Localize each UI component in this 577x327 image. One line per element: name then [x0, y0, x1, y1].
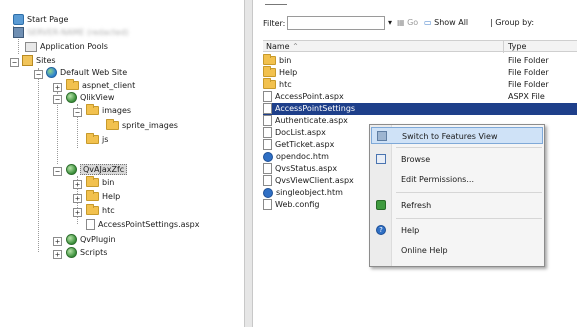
list-item[interactable]: htc File Folder	[263, 78, 577, 91]
expand-help-toggle[interactable]: +	[73, 194, 82, 203]
tree-qvajaxzfc[interactable]: QvAJaxZfc	[66, 164, 128, 176]
refresh-icon	[376, 200, 386, 210]
tree-sites[interactable]: Sites	[22, 55, 56, 67]
tree-server[interactable]: SERVER-NAME (redacted)	[13, 27, 129, 39]
tree-application-pools[interactable]: Application Pools	[25, 41, 108, 53]
expand-aspnet-client-toggle[interactable]: +	[53, 83, 62, 92]
folder-icon	[66, 79, 79, 90]
filter-toolbar: Filter: ▾ ▦ Go ▭ Show All | Group by:	[259, 12, 577, 34]
web-application-icon	[66, 247, 77, 258]
expand-qvplugin-toggle[interactable]: +	[53, 237, 62, 246]
list-item[interactable]: AccessPoint.aspx ASPX File	[263, 91, 577, 103]
file-icon	[86, 219, 95, 230]
column-divider[interactable]	[503, 41, 504, 53]
internet-explorer-icon	[263, 187, 273, 198]
name-column-header[interactable]: Name ⌃	[263, 41, 299, 53]
file-icon	[263, 91, 272, 102]
server-icon	[13, 27, 24, 38]
menu-separator	[396, 147, 542, 148]
tree-access-point-settings[interactable]: AccessPointSettings.aspx	[86, 219, 200, 231]
type-column-header[interactable]: Type	[505, 41, 526, 53]
tree-qvplugin[interactable]: QvPlugin	[66, 234, 116, 246]
pane-splitter[interactable]	[244, 0, 253, 327]
group-by-button[interactable]: | Group by:	[490, 18, 534, 27]
filter-label: Filter:	[263, 19, 286, 28]
file-icon	[263, 127, 272, 138]
show-all-button[interactable]: ▭ Show All	[424, 18, 468, 27]
folder-icon	[86, 190, 99, 201]
sort-ascending-icon: ⌃	[292, 42, 299, 51]
tree-help[interactable]: Help	[86, 190, 120, 203]
sites-icon	[22, 55, 33, 66]
tree-bin[interactable]: bin	[86, 176, 114, 189]
folder-icon	[106, 119, 119, 130]
filter-dropdown-icon[interactable]: ▾	[388, 18, 392, 27]
divider	[265, 4, 287, 5]
folder-icon	[263, 78, 276, 89]
folder-icon	[86, 104, 99, 115]
list-item[interactable]: Help File Folder	[263, 66, 577, 79]
tree-qlikview[interactable]: QlikView	[66, 92, 114, 104]
help-icon: ?	[376, 225, 386, 235]
file-icon	[263, 163, 272, 174]
start-page-icon	[13, 14, 24, 25]
globe-icon	[46, 67, 57, 78]
expand-bin-toggle[interactable]: +	[73, 180, 82, 189]
menu-separator	[396, 218, 542, 219]
tree-js[interactable]: js	[86, 133, 108, 146]
switch-to-features-view-item[interactable]: Switch to Features View	[371, 127, 543, 144]
file-icon	[263, 115, 272, 126]
list-header: Name ⌃ Type	[263, 40, 577, 53]
internet-explorer-icon	[263, 151, 273, 162]
refresh-item[interactable]: Refresh	[371, 197, 543, 214]
online-help-item[interactable]: Online Help	[371, 242, 543, 259]
application-pool-icon	[25, 41, 37, 52]
file-icon	[263, 199, 272, 210]
file-icon	[263, 139, 272, 150]
filter-input[interactable]	[287, 16, 385, 30]
collapse-qlikview-toggle[interactable]: −	[53, 95, 62, 104]
file-icon	[263, 175, 272, 186]
tree-default-web-site[interactable]: Default Web Site	[46, 67, 127, 79]
edit-permissions-item[interactable]: Edit Permissions...	[371, 171, 543, 188]
show-all-icon: ▭	[424, 18, 432, 27]
folder-icon	[86, 133, 99, 144]
tree-sprite-images[interactable]: sprite_images	[106, 119, 178, 132]
tree-aspnet-client[interactable]: aspnet_client	[66, 79, 135, 92]
connections-tree: Start Page SERVER-NAME (redacted) Applic…	[0, 0, 248, 327]
expand-scripts-toggle[interactable]: +	[53, 250, 62, 259]
context-menu: Switch to Features View Browse Edit Perm…	[369, 124, 545, 267]
list-item-selected[interactable]: AccessPointSettings	[263, 103, 577, 115]
features-view-icon	[377, 131, 387, 141]
list-item[interactable]: bin File Folder	[263, 54, 577, 67]
collapse-images-toggle[interactable]: −	[73, 108, 82, 117]
go-icon: ▦	[397, 18, 405, 27]
expand-htc-toggle[interactable]: +	[73, 208, 82, 217]
help-item[interactable]: ? Help	[371, 222, 543, 239]
web-application-icon	[66, 92, 77, 103]
collapse-qvajaxzfc-toggle[interactable]: −	[53, 167, 62, 176]
folder-icon	[86, 176, 99, 187]
file-icon	[263, 103, 272, 114]
folder-icon	[86, 204, 99, 215]
browse-item[interactable]: Browse	[371, 151, 543, 168]
tree-images[interactable]: images	[86, 104, 131, 117]
tree-start-page[interactable]: Start Page	[13, 14, 68, 26]
browse-icon	[376, 154, 386, 164]
folder-icon	[263, 66, 276, 77]
tree-scripts[interactable]: Scripts	[66, 247, 107, 259]
menu-separator	[396, 192, 542, 193]
web-application-icon	[66, 234, 77, 245]
tree-htc[interactable]: htc	[86, 204, 115, 217]
folder-icon	[263, 54, 276, 65]
tree-line	[38, 68, 39, 252]
collapse-default-site-toggle[interactable]: −	[34, 70, 43, 79]
collapse-sites-toggle[interactable]: −	[10, 58, 19, 67]
web-application-icon	[66, 164, 77, 175]
go-button[interactable]: ▦ Go	[397, 18, 418, 27]
